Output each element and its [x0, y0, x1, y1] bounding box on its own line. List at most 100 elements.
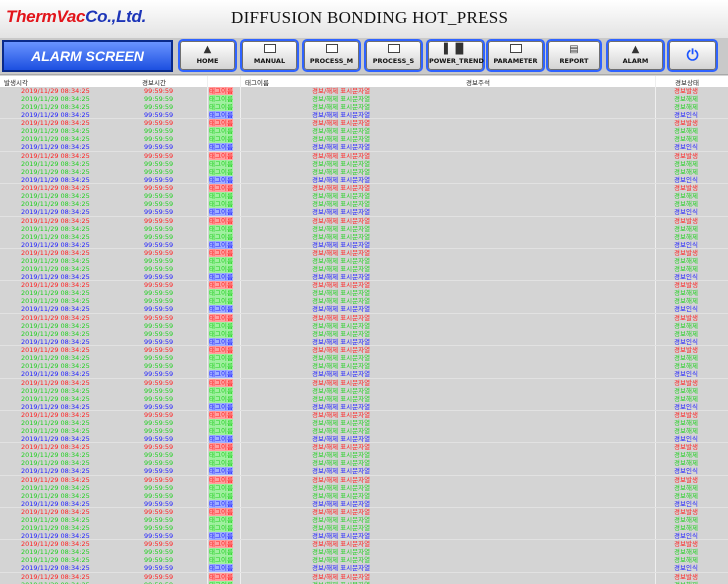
- power-trend-button[interactable]: ▌▐▌ POWER_TREND: [428, 41, 484, 70]
- alarm-datetime-cell: 2019/11/29 08:34:25: [21, 556, 90, 565]
- table-row[interactable]: 2019/11/29 08:34:25 99:59:59 태그이름 경보/해제 표시문…: [0, 175, 728, 184]
- alarm-tag-cell: 태그이름: [209, 434, 233, 443]
- alarm-duration-cell: 99:59:59: [144, 532, 174, 541]
- alarm-duration-cell: 99:59:59: [144, 184, 174, 193]
- table-row[interactable]: 2019/11/29 08:34:25 99:59:59 태그이름 경보/해제 표시문…: [0, 272, 728, 281]
- table-row[interactable]: 2019/11/29 08:34:25 99:59:59 태그이름 경보/해제 표시문…: [0, 208, 728, 217]
- table-row[interactable]: 2019/11/29 08:34:25 99:59:59 태그이름 경보/해제 표시문…: [0, 370, 728, 379]
- alarm-list[interactable]: 2019/11/29 08:34:25 99:59:59 태그이름 경보/해제 표시문…: [0, 87, 728, 584]
- alarm-status-cell: 경보해제: [674, 516, 698, 525]
- report-button[interactable]: ▤ REPORT: [548, 41, 600, 70]
- company-logo: ThermVacCo.,Ltd.: [6, 7, 147, 26]
- alarm-message-cell: 경보/해제 표시문자열: [312, 175, 371, 184]
- alarm-status-cell: 경보인식: [674, 272, 698, 281]
- table-row[interactable]: 2019/11/29 08:34:25 99:59:59 태그이름 경보/해제 표시문…: [0, 483, 728, 492]
- alarm-status-cell: 경보발생: [674, 378, 698, 387]
- process-s-button[interactable]: PROCESS_S: [366, 41, 421, 70]
- alarm-tag-cell: 태그이름: [209, 564, 233, 573]
- alarm-datetime-cell: 2019/11/29 08:34:25: [21, 418, 90, 427]
- table-row[interactable]: 2019/11/29 08:34:25 99:59:59 태그이름 경보/해제 표시문…: [0, 434, 728, 443]
- table-row[interactable]: 2019/11/29 08:34:25 99:59:59 태그이름 경보/해제 표시문…: [0, 87, 728, 95]
- table-row[interactable]: 2019/11/29 08:34:25 99:59:59 태그이름 경보/해제 표시문…: [0, 346, 728, 355]
- alarm-message-cell: 경보/해제 표시문자열: [312, 418, 371, 427]
- power-button[interactable]: ⏻: [669, 41, 716, 70]
- table-row[interactable]: 2019/11/29 08:34:25 99:59:59 태그이름 경보/해제 표시문…: [0, 159, 728, 168]
- alarm-duration-cell: 99:59:59: [144, 467, 174, 476]
- table-row[interactable]: 2019/11/29 08:34:25 99:59:59 태그이름 경보/해제 표시문…: [0, 394, 728, 403]
- table-row[interactable]: 2019/11/29 08:34:25 99:59:59 태그이름 경보/해제 표시문…: [0, 426, 728, 435]
- alarm-status-cell: 경보발생: [674, 313, 698, 322]
- alarm-datetime-cell: 2019/11/29 08:34:25: [21, 272, 90, 281]
- table-row[interactable]: 2019/11/29 08:34:25 99:59:59 태그이름 경보/해제 표시문…: [0, 410, 728, 419]
- table-row[interactable]: 2019/11/29 08:34:25 99:59:59 태그이름 경보/해제 표시문…: [0, 111, 728, 119]
- table-row[interactable]: 2019/11/29 08:34:25 99:59:59 태그이름 경보/해제 표시문…: [0, 192, 728, 201]
- table-row[interactable]: 2019/11/29 08:34:25 99:59:59 태그이름 경보/해제 표시문…: [0, 386, 728, 395]
- alarm-status-cell: 경보발생: [674, 184, 698, 193]
- table-row[interactable]: 2019/11/29 08:34:25 99:59:59 태그이름 경보/해제 표시문…: [0, 499, 728, 508]
- table-row[interactable]: 2019/11/29 08:34:25 99:59:59 태그이름 경보/해제 표시문…: [0, 532, 728, 541]
- table-row[interactable]: 2019/11/29 08:34:25 99:59:59 태그이름 경보/해제 표시문…: [0, 167, 728, 176]
- parameter-button[interactable]: PARAMETER: [488, 41, 543, 70]
- table-row[interactable]: 2019/11/29 08:34:25 99:59:59 태그이름 경보/해제 표시문…: [0, 103, 728, 111]
- home-button[interactable]: ▲ HOME: [180, 41, 235, 70]
- alarm-duration-cell: 99:59:59: [144, 232, 174, 241]
- alarm-tag-cell: 태그이름: [209, 208, 233, 217]
- alarm-message-cell: 경보/해제 표시문자열: [312, 426, 371, 435]
- table-row[interactable]: 2019/11/29 08:34:25 99:59:59 태그이름 경보/해제 표시문…: [0, 143, 728, 152]
- table-row[interactable]: 2019/11/29 08:34:25 99:59:59 태그이름 경보/해제 표시문…: [0, 95, 728, 103]
- table-row[interactable]: 2019/11/29 08:34:25 99:59:59 태그이름 경보/해제 표시문…: [0, 418, 728, 427]
- alarm-duration-cell: 99:59:59: [144, 516, 174, 525]
- alarm-duration-cell: 99:59:59: [144, 264, 174, 273]
- table-row[interactable]: 2019/11/29 08:34:25 99:59:59 태그이름 경보/해제 표시문…: [0, 232, 728, 241]
- table-row[interactable]: 2019/11/29 08:34:25 99:59:59 태그이름 경보/해제 표시문…: [0, 491, 728, 500]
- alarm-message-cell: 경보/해제 표시문자열: [312, 224, 371, 233]
- table-row[interactable]: 2019/11/29 08:34:25 99:59:59 태그이름 경보/해제 표시문…: [0, 572, 728, 581]
- alarm-datetime-cell: 2019/11/29 08:34:25: [21, 175, 90, 184]
- alarm-duration-cell: 99:59:59: [144, 548, 174, 557]
- alarm-datetime-cell: 2019/11/29 08:34:25: [21, 370, 90, 379]
- table-row[interactable]: 2019/11/29 08:34:25 99:59:59 태그이름 경보/해제 표시문…: [0, 362, 728, 371]
- table-row[interactable]: 2019/11/29 08:34:25 99:59:59 태그이름 경보/해제 표시문…: [0, 305, 728, 314]
- alarm-tag-cell: 태그이름: [209, 159, 233, 168]
- alarm-duration-cell: 99:59:59: [144, 426, 174, 435]
- alarm-datetime-cell: 2019/11/29 08:34:25: [21, 491, 90, 500]
- table-row[interactable]: 2019/11/29 08:34:25 99:59:59 태그이름 경보/해제 표시문…: [0, 264, 728, 273]
- alarm-tag-cell: 태그이름: [209, 143, 233, 152]
- table-row[interactable]: 2019/11/29 08:34:25 99:59:59 태그이름 경보/해제 표시문…: [0, 402, 728, 411]
- table-row[interactable]: 2019/11/29 08:34:25 99:59:59 태그이름 경보/해제 표시문…: [0, 256, 728, 265]
- table-row[interactable]: 2019/11/29 08:34:25 99:59:59 태그이름 경보/해제 표시문…: [0, 516, 728, 525]
- table-row[interactable]: 2019/11/29 08:34:25 99:59:59 태그이름 경보/해제 표시문…: [0, 378, 728, 387]
- alarm-button[interactable]: ▲ ALARM: [608, 41, 663, 70]
- table-row[interactable]: 2019/11/29 08:34:25 99:59:59 태그이름 경보/해제 표시문…: [0, 321, 728, 330]
- alarm-duration-cell: 99:59:59: [144, 175, 174, 184]
- table-row[interactable]: 2019/11/29 08:34:25 99:59:59 태그이름 경보/해제 표시문…: [0, 248, 728, 257]
- table-row[interactable]: 2019/11/29 08:34:25 99:59:59 태그이름 경보/해제 표시문…: [0, 475, 728, 484]
- alarm-duration-cell: 99:59:59: [144, 192, 174, 201]
- table-row[interactable]: 2019/11/29 08:34:25 99:59:59 태그이름 경보/해제 표시문…: [0, 329, 728, 338]
- alarm-tag-cell: 태그이름: [209, 418, 233, 427]
- alarm-duration-cell: 99:59:59: [144, 475, 174, 484]
- manual-button[interactable]: MANUAL: [242, 41, 297, 70]
- table-row[interactable]: 2019/11/29 08:34:25 99:59:59 태그이름 경보/해제 표시문…: [0, 524, 728, 533]
- alarm-status-cell: 경보인식: [674, 434, 698, 443]
- alarm-status-cell: 경보해제: [674, 159, 698, 168]
- alarm-message-cell: 경보/해제 표시문자열: [312, 87, 371, 95]
- table-row[interactable]: 2019/11/29 08:34:25 99:59:59 태그이름 경보/해제 표시문…: [0, 337, 728, 346]
- column-header: 경보상태: [675, 79, 699, 87]
- table-row[interactable]: 2019/11/29 08:34:25 99:59:59 태그이름 경보/해제 표시문…: [0, 224, 728, 233]
- table-row[interactable]: 2019/11/29 08:34:25 99:59:59 태그이름 경보/해제 표시문…: [0, 467, 728, 476]
- table-row[interactable]: 2019/11/29 08:34:25 99:59:59 태그이름 경보/해제 표시문…: [0, 216, 728, 225]
- table-row[interactable]: 2019/11/29 08:34:25 99:59:59 태그이름 경보/해제 표시문…: [0, 200, 728, 209]
- table-row[interactable]: 2019/11/29 08:34:25 99:59:59 태그이름 경보/해제 표시문…: [0, 354, 728, 363]
- table-row[interactable]: 2019/11/29 08:34:25 99:59:59 태그이름 경보/해제 표시문…: [0, 564, 728, 573]
- table-row[interactable]: 2019/11/29 08:34:25 99:59:59 태그이름 경보/해제 표시문…: [0, 151, 728, 160]
- table-row[interactable]: 2019/11/29 08:34:25 99:59:59 태그이름 경보/해제 표시문…: [0, 184, 728, 193]
- table-row[interactable]: 2019/11/29 08:34:25 99:59:59 태그이름 경보/해제 표시문…: [0, 313, 728, 322]
- alarm-status-cell: 경보인식: [674, 370, 698, 379]
- alarm-status-cell: 경보해제: [674, 362, 698, 371]
- process-m-button[interactable]: PROCESS_M: [304, 41, 359, 70]
- table-row[interactable]: 2019/11/29 08:34:25 99:59:59 태그이름 경보/해제 표시문…: [0, 240, 728, 249]
- alarm-datetime-cell: 2019/11/29 08:34:25: [21, 232, 90, 241]
- table-row[interactable]: 2019/11/29 08:34:25 99:59:59 태그이름 경보/해제 표시문…: [0, 508, 728, 517]
- title-bar: ThermVacCo.,Ltd. DIFFUSION BONDING HOT_P…: [0, 0, 728, 39]
